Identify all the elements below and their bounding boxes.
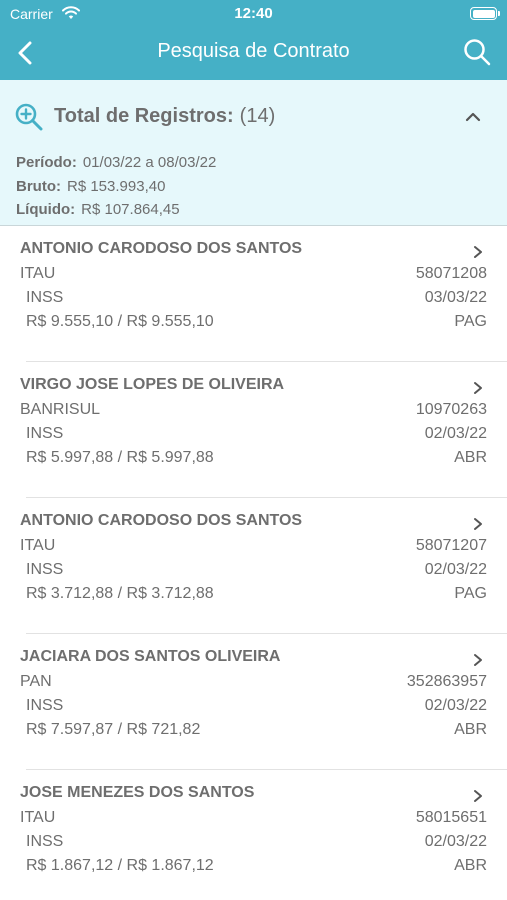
contract-status: ABR	[454, 721, 487, 738]
app-header: Carrier 12:40 Pesquisa de Contrato	[0, 0, 507, 80]
contract-row[interactable]: VIRGO JOSE LOPES DE OLIVEIRA BANRISUL 10…	[0, 362, 507, 498]
bruto-value: R$ 153.993,40	[67, 178, 166, 195]
chevron-up-icon	[465, 112, 481, 122]
organ-name: INSS	[26, 425, 64, 442]
contract-date: 02/03/22	[424, 697, 487, 714]
client-name: ANTONIO CARODOSO DOS SANTOS	[20, 512, 303, 529]
contract-status: ABR	[454, 449, 487, 466]
periodo-value: 01/03/22 a 08/03/22	[82, 154, 217, 171]
summary-panel: Total de Registros: (14) Período: 01/03/22…	[0, 80, 507, 226]
status-bar: Carrier 12:40	[0, 0, 507, 28]
contract-date: 02/03/22	[424, 833, 487, 850]
bank-name: BANRISUL	[20, 401, 101, 418]
bank-name: ITAU	[20, 809, 56, 826]
bruto-label: Bruto:	[16, 178, 61, 195]
contract-values: R$ 7.597,87 / R$ 721,82	[26, 721, 201, 738]
chevron-right-icon	[474, 790, 482, 802]
contract-number: 58015651	[415, 809, 487, 826]
chevron-right-icon	[474, 518, 482, 530]
periodo-row: Período: 01/03/22 a 08/03/22	[16, 154, 216, 171]
client-name: JOSE MENEZES DOS SANTOS	[20, 784, 255, 801]
collapse-button[interactable]	[461, 106, 485, 128]
contract-number: 10970263	[415, 401, 487, 418]
contract-row[interactable]: JACIARA DOS SANTOS OLIVEIRA PAN 35286395…	[0, 634, 507, 770]
liquido-value: R$ 107.864,45	[81, 201, 180, 218]
contract-values: R$ 5.997,88 / R$ 5.997,88	[26, 449, 214, 466]
liquido-label: Líquido:	[16, 201, 76, 218]
organ-name: INSS	[26, 289, 64, 306]
chevron-right-icon	[474, 382, 482, 394]
contract-number: 58071207	[415, 537, 487, 554]
contract-date: 02/03/22	[424, 561, 487, 578]
total-records: Total de Registros: (14)	[54, 105, 275, 128]
search-button[interactable]	[459, 34, 495, 70]
search-icon	[464, 39, 491, 66]
bruto-row: Bruto: R$ 153.993,40	[16, 178, 165, 195]
contract-values: R$ 1.867,12 / R$ 1.867,12	[26, 857, 214, 874]
organ-name: INSS	[26, 833, 64, 850]
page-title: Pesquisa de Contrato	[157, 40, 350, 62]
contract-row[interactable]: JOSE MENEZES DOS SANTOS ITAU 58015651 IN…	[0, 770, 507, 900]
contract-values: R$ 3.712,88 / R$ 3.712,88	[26, 585, 214, 602]
bank-name: ITAU	[20, 537, 56, 554]
contract-status: PAG	[454, 313, 487, 330]
organ-name: INSS	[26, 697, 64, 714]
contract-row[interactable]: ANTONIO CARODOSO DOS SANTOS ITAU 5807120…	[0, 226, 507, 362]
chevron-right-icon	[474, 654, 482, 666]
contract-date: 02/03/22	[424, 425, 487, 442]
organ-name: INSS	[26, 561, 64, 578]
periodo-label: Período:	[16, 154, 77, 171]
contract-list: ANTONIO CARODOSO DOS SANTOS ITAU 5807120…	[0, 226, 507, 900]
chevron-right-icon	[474, 246, 482, 258]
contract-status: PAG	[454, 585, 487, 602]
client-name: ANTONIO CARODOSO DOS SANTOS	[20, 240, 303, 257]
zoom-in-icon	[14, 102, 44, 137]
contract-row[interactable]: ANTONIO CARODOSO DOS SANTOS ITAU 5807120…	[0, 498, 507, 634]
status-time: 12:40	[234, 5, 273, 22]
bank-name: PAN	[20, 673, 52, 690]
liquido-row: Líquido: R$ 107.864,45	[16, 201, 180, 218]
total-label: Total de Registros:	[54, 105, 234, 127]
bank-name: ITAU	[20, 265, 56, 282]
client-name: JACIARA DOS SANTOS OLIVEIRA	[20, 648, 281, 665]
contract-number: 352863957	[406, 673, 487, 690]
contract-number: 58071208	[415, 265, 487, 282]
contract-date: 03/03/22	[424, 289, 487, 306]
contract-values: R$ 9.555,10 / R$ 9.555,10	[26, 313, 214, 330]
client-name: VIRGO JOSE LOPES DE OLIVEIRA	[20, 376, 285, 393]
battery-icon	[470, 7, 500, 20]
total-count: (14)	[239, 105, 276, 127]
contract-status: ABR	[454, 857, 487, 874]
